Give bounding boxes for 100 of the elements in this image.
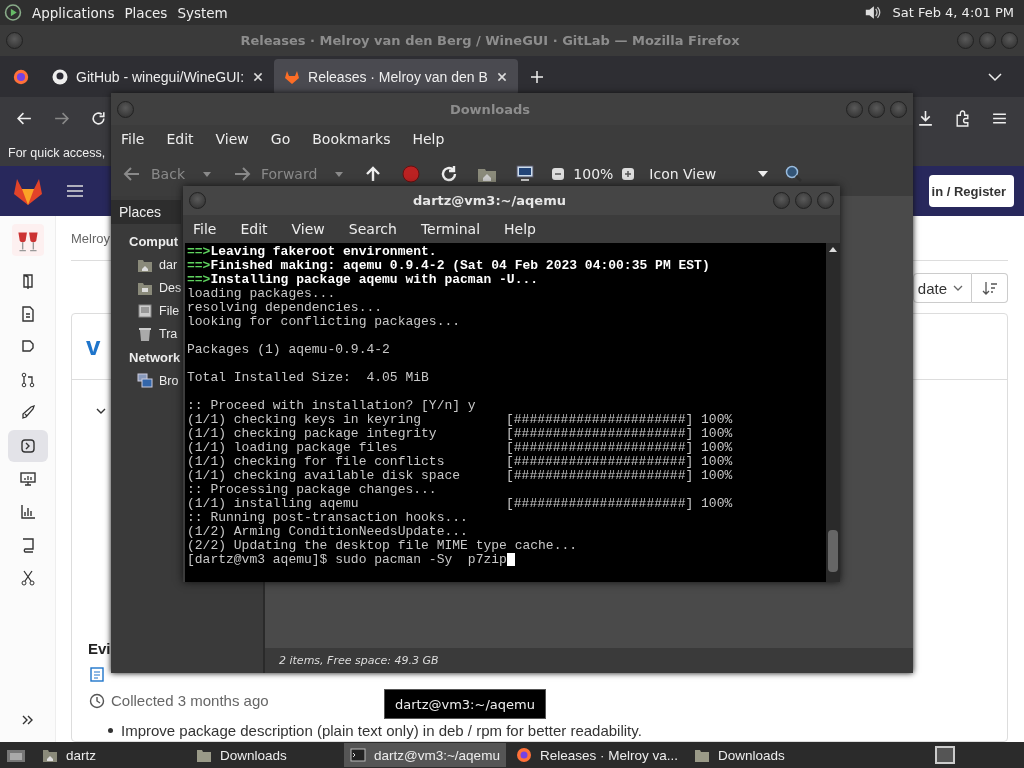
window-title: Releases · Melroy van den Berg / WineGUI · GitLab — Mozilla Firefox (239, 33, 741, 48)
close-tab-icon[interactable] (252, 70, 265, 83)
menu-item[interactable]: File (121, 130, 145, 147)
terminal-line: (1/1) loading package files (187, 441, 399, 455)
place-item[interactable]: Tra (129, 322, 178, 345)
puzzle-icon[interactable] (954, 110, 971, 127)
browser-tab[interactable]: Releases · Melroy van den B (274, 58, 518, 95)
menu-item[interactable]: Edit (240, 221, 268, 237)
menu-item[interactable]: Help (504, 221, 536, 237)
taskbar-button[interactable]: dartz@vm3:~/aqemu (344, 743, 506, 767)
section-heading: Network (129, 348, 181, 367)
menu-item[interactable]: Search (348, 221, 397, 237)
progress-percent: 100% (701, 469, 733, 483)
menu-item[interactable]: Help (412, 130, 445, 147)
menu-item[interactable]: Bookmarks (312, 130, 391, 147)
zoom-out-icon[interactable] (551, 167, 566, 181)
progress-bar-text: [######################] (506, 413, 694, 427)
terminal-line: (1/1) installing aqemu (187, 497, 360, 511)
terminal-line: (2/2) Updating the desktop file MIME type cache... (187, 539, 578, 553)
back-arrow-icon[interactable] (16, 110, 33, 127)
trash-place-icon (137, 325, 153, 342)
menu-icon[interactable] (66, 184, 84, 198)
taskbar-button[interactable]: Releases · Melroy va... (509, 743, 684, 767)
view-dropdown[interactable]: Icon View (649, 166, 769, 182)
menu-item[interactable]: View (291, 221, 325, 237)
terminal-line: loading packages... (187, 287, 336, 301)
project-avatar-icon[interactable] (11, 224, 44, 256)
panel-menu[interactable]: Places (124, 4, 168, 21)
reload-icon[interactable] (90, 110, 107, 127)
network-place-icon (137, 372, 153, 389)
progress-bar-text: [######################] (506, 455, 694, 469)
repository-glyph-icon (19, 306, 36, 322)
window-title: dartz@vm3:~/aqemu (412, 193, 567, 208)
clock-icon (89, 692, 105, 709)
taskbar-button[interactable]: Downloads (687, 743, 838, 767)
monitor-glyph-icon (19, 471, 36, 487)
progress-percent: 100% (701, 413, 733, 427)
prompt-marker: ==> (187, 273, 211, 287)
caret-down-icon (953, 285, 963, 291)
progress-bar-text: [######################] (506, 441, 694, 455)
bullet-icon (108, 728, 113, 733)
close-tab-icon[interactable] (495, 70, 508, 83)
window-title: Downloads (448, 101, 532, 117)
chevron-down-icon[interactable] (96, 408, 106, 414)
play-circle-icon[interactable] (4, 4, 22, 21)
scrollbar[interactable] (826, 243, 840, 582)
terminal-line: (1/1) checking package integrity (187, 427, 438, 441)
menu-item[interactable]: Terminal (420, 221, 481, 237)
terminal-line: resolving dependencies... (187, 301, 383, 315)
command-line: [dartz@vm3 aqemu]$ sudo pacman -Sy p7zip (187, 553, 507, 567)
place-item[interactable]: Des (129, 276, 182, 299)
progress-percent: 100% (701, 427, 733, 441)
sidebar-deploy-icon[interactable] (7, 430, 48, 462)
browser-logo-icon[interactable] (12, 67, 30, 86)
menu-item[interactable]: Edit (166, 130, 194, 147)
merge-glyph-icon (19, 372, 36, 388)
scroll-up-arrow-icon[interactable] (829, 247, 837, 252)
left-arrow-icon (123, 167, 141, 181)
release-note: Improve package description (plain text only) in deb / rpm for better readability. (121, 722, 642, 739)
breadcrumb-link[interactable]: Melroy (71, 230, 110, 246)
prompt-marker: ==> (187, 259, 211, 273)
places-dropdown[interactable]: Places (111, 200, 181, 224)
sort-dropdown[interactable]: date (912, 273, 972, 303)
release-title[interactable]: v (86, 331, 101, 362)
clock[interactable]: Sat Feb 4, 4:01 PM (892, 5, 1014, 20)
new-tab-icon[interactable] (529, 69, 544, 84)
browser-tab[interactable]: GitHub - winegui/WineGUI: (42, 58, 275, 95)
terminal-line: Packages (1) aqemu-0.9.4-2 (187, 343, 390, 357)
menu-item[interactable]: View (215, 130, 249, 147)
expand-sidebar-icon[interactable] (20, 714, 35, 726)
menu-item[interactable]: Go (270, 130, 291, 147)
taskbar-button[interactable]: dartz (36, 743, 186, 767)
panel-menu[interactable]: System (177, 4, 228, 21)
terminal-line: (1/1) checking available disk space (187, 469, 462, 483)
terminal-line: Finished making: aqemu 0.9.4-2 (Sat 04 Feb 2023 04:00:35 PM EST) (210, 259, 710, 273)
forward-arrow-icon[interactable] (53, 110, 70, 127)
status-text: 2 items, Free space: 49.3 GB (279, 654, 439, 667)
place-item[interactable]: File (129, 299, 180, 322)
progress-bar-text: [######################] (506, 427, 694, 441)
place-item[interactable]: dar (129, 253, 178, 276)
speaker-icon[interactable] (864, 4, 883, 21)
section-heading: Comput (129, 232, 179, 251)
terminal-line: (1/2) Arming ConditionNeedsUpdate... (187, 525, 468, 539)
place-item[interactable]: Bro (129, 369, 179, 392)
sort-direction-button[interactable] (972, 273, 1008, 303)
folder-app-icon (196, 747, 212, 763)
sign-in-button[interactable]: in / Register (928, 175, 1014, 207)
menu-icon[interactable] (991, 110, 1008, 127)
show-desktop-icon[interactable] (6, 747, 26, 763)
taskbar-button[interactable]: Downloads (190, 743, 340, 767)
progress-percent: 100% (701, 441, 733, 455)
workspace-switcher-icon[interactable] (934, 745, 956, 765)
download-icon[interactable] (917, 110, 934, 127)
issues-glyph-icon (19, 339, 36, 355)
zoom-in-icon[interactable] (621, 167, 636, 181)
panel-menu[interactable]: Applications (32, 4, 115, 21)
computer-icon[interactable] (515, 165, 536, 183)
scrollbar-thumb[interactable] (828, 530, 838, 572)
zoom-level: 100% (573, 166, 614, 182)
menu-item[interactable]: File (193, 221, 217, 237)
